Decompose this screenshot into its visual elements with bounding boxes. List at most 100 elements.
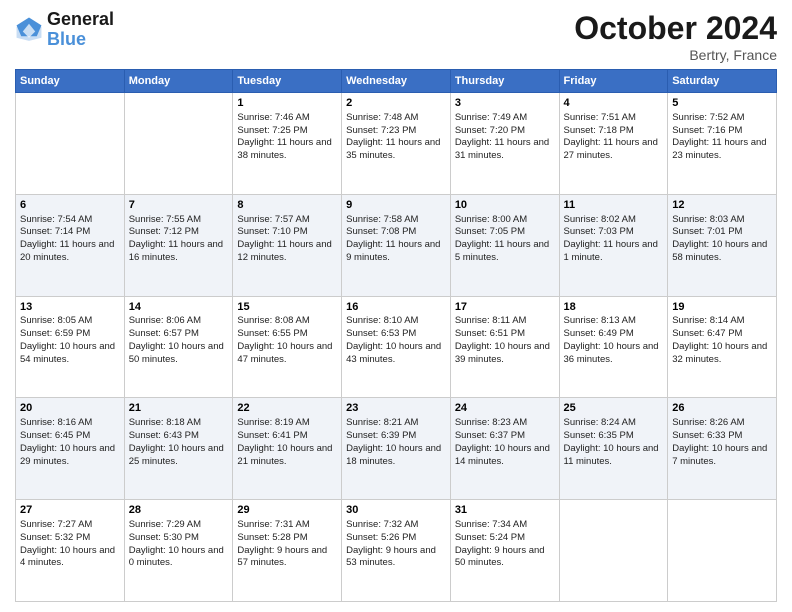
day-number: 26 <box>672 401 772 416</box>
calendar-cell: 4 Sunrise: 7:51 AMSunset: 7:18 PMDayligh… <box>559 93 668 195</box>
calendar-week-row: 1 Sunrise: 7:46 AMSunset: 7:25 PMDayligh… <box>16 93 777 195</box>
calendar-cell: 10 Sunrise: 8:00 AMSunset: 7:05 PMDaylig… <box>450 194 559 296</box>
logo-icon <box>15 16 43 44</box>
day-info: Sunrise: 7:29 AMSunset: 5:30 PMDaylight:… <box>129 519 229 570</box>
calendar-cell: 28 Sunrise: 7:29 AMSunset: 5:30 PMDaylig… <box>124 500 233 602</box>
calendar-cell: 12 Sunrise: 8:03 AMSunset: 7:01 PMDaylig… <box>668 194 777 296</box>
calendar-cell: 1 Sunrise: 7:46 AMSunset: 7:25 PMDayligh… <box>233 93 342 195</box>
calendar-cell: 3 Sunrise: 7:49 AMSunset: 7:20 PMDayligh… <box>450 93 559 195</box>
calendar-cell: 9 Sunrise: 7:58 AMSunset: 7:08 PMDayligh… <box>342 194 451 296</box>
calendar-cell: 25 Sunrise: 8:24 AMSunset: 6:35 PMDaylig… <box>559 398 668 500</box>
day-info: Sunrise: 7:34 AMSunset: 5:24 PMDaylight:… <box>455 519 555 570</box>
calendar-cell <box>16 93 125 195</box>
location: Bertry, France <box>574 47 777 63</box>
day-number: 13 <box>20 300 120 315</box>
day-number: 11 <box>564 198 664 213</box>
calendar-table: SundayMondayTuesdayWednesdayThursdayFrid… <box>15 69 777 602</box>
day-number: 10 <box>455 198 555 213</box>
calendar-day-header: Thursday <box>450 70 559 93</box>
calendar-cell: 11 Sunrise: 8:02 AMSunset: 7:03 PMDaylig… <box>559 194 668 296</box>
calendar-cell: 16 Sunrise: 8:10 AMSunset: 6:53 PMDaylig… <box>342 296 451 398</box>
calendar-cell: 8 Sunrise: 7:57 AMSunset: 7:10 PMDayligh… <box>233 194 342 296</box>
calendar-week-row: 13 Sunrise: 8:05 AMSunset: 6:59 PMDaylig… <box>16 296 777 398</box>
day-number: 15 <box>237 300 337 315</box>
day-number: 4 <box>564 96 664 111</box>
calendar-cell: 18 Sunrise: 8:13 AMSunset: 6:49 PMDaylig… <box>559 296 668 398</box>
month-title: October 2024 <box>574 10 777 47</box>
calendar-cell <box>124 93 233 195</box>
calendar-cell: 24 Sunrise: 8:23 AMSunset: 6:37 PMDaylig… <box>450 398 559 500</box>
calendar-cell <box>668 500 777 602</box>
day-info: Sunrise: 8:16 AMSunset: 6:45 PMDaylight:… <box>20 417 120 468</box>
calendar-cell: 20 Sunrise: 8:16 AMSunset: 6:45 PMDaylig… <box>16 398 125 500</box>
day-number: 12 <box>672 198 772 213</box>
day-number: 16 <box>346 300 446 315</box>
day-info: Sunrise: 7:57 AMSunset: 7:10 PMDaylight:… <box>237 214 337 265</box>
calendar-day-header: Saturday <box>668 70 777 93</box>
calendar-cell: 21 Sunrise: 8:18 AMSunset: 6:43 PMDaylig… <box>124 398 233 500</box>
calendar-cell: 27 Sunrise: 7:27 AMSunset: 5:32 PMDaylig… <box>16 500 125 602</box>
calendar-cell: 17 Sunrise: 8:11 AMSunset: 6:51 PMDaylig… <box>450 296 559 398</box>
day-number: 28 <box>129 503 229 518</box>
calendar-cell: 22 Sunrise: 8:19 AMSunset: 6:41 PMDaylig… <box>233 398 342 500</box>
day-number: 9 <box>346 198 446 213</box>
day-number: 3 <box>455 96 555 111</box>
calendar-cell: 7 Sunrise: 7:55 AMSunset: 7:12 PMDayligh… <box>124 194 233 296</box>
day-info: Sunrise: 8:18 AMSunset: 6:43 PMDaylight:… <box>129 417 229 468</box>
day-number: 31 <box>455 503 555 518</box>
day-info: Sunrise: 7:51 AMSunset: 7:18 PMDaylight:… <box>564 112 664 163</box>
calendar-cell: 13 Sunrise: 8:05 AMSunset: 6:59 PMDaylig… <box>16 296 125 398</box>
day-info: Sunrise: 8:02 AMSunset: 7:03 PMDaylight:… <box>564 214 664 265</box>
calendar-day-header: Tuesday <box>233 70 342 93</box>
calendar-cell: 2 Sunrise: 7:48 AMSunset: 7:23 PMDayligh… <box>342 93 451 195</box>
day-number: 5 <box>672 96 772 111</box>
day-info: Sunrise: 8:03 AMSunset: 7:01 PMDaylight:… <box>672 214 772 265</box>
day-info: Sunrise: 8:14 AMSunset: 6:47 PMDaylight:… <box>672 315 772 366</box>
calendar-header-row: SundayMondayTuesdayWednesdayThursdayFrid… <box>16 70 777 93</box>
page: General Blue October 2024 Bertry, France… <box>0 0 792 612</box>
logo: General Blue <box>15 10 114 50</box>
day-info: Sunrise: 8:05 AMSunset: 6:59 PMDaylight:… <box>20 315 120 366</box>
calendar-day-header: Friday <box>559 70 668 93</box>
day-info: Sunrise: 7:46 AMSunset: 7:25 PMDaylight:… <box>237 112 337 163</box>
calendar-cell: 26 Sunrise: 8:26 AMSunset: 6:33 PMDaylig… <box>668 398 777 500</box>
calendar-cell <box>559 500 668 602</box>
day-info: Sunrise: 7:55 AMSunset: 7:12 PMDaylight:… <box>129 214 229 265</box>
calendar-cell: 23 Sunrise: 8:21 AMSunset: 6:39 PMDaylig… <box>342 398 451 500</box>
day-number: 14 <box>129 300 229 315</box>
logo-line1: General <box>47 10 114 30</box>
calendar-week-row: 27 Sunrise: 7:27 AMSunset: 5:32 PMDaylig… <box>16 500 777 602</box>
day-info: Sunrise: 8:13 AMSunset: 6:49 PMDaylight:… <box>564 315 664 366</box>
calendar-cell: 14 Sunrise: 8:06 AMSunset: 6:57 PMDaylig… <box>124 296 233 398</box>
calendar-cell: 15 Sunrise: 8:08 AMSunset: 6:55 PMDaylig… <box>233 296 342 398</box>
day-info: Sunrise: 8:00 AMSunset: 7:05 PMDaylight:… <box>455 214 555 265</box>
calendar-day-header: Sunday <box>16 70 125 93</box>
day-number: 21 <box>129 401 229 416</box>
day-info: Sunrise: 7:31 AMSunset: 5:28 PMDaylight:… <box>237 519 337 570</box>
day-info: Sunrise: 8:10 AMSunset: 6:53 PMDaylight:… <box>346 315 446 366</box>
calendar-cell: 5 Sunrise: 7:52 AMSunset: 7:16 PMDayligh… <box>668 93 777 195</box>
day-number: 2 <box>346 96 446 111</box>
calendar-day-header: Monday <box>124 70 233 93</box>
day-info: Sunrise: 8:26 AMSunset: 6:33 PMDaylight:… <box>672 417 772 468</box>
calendar-cell: 19 Sunrise: 8:14 AMSunset: 6:47 PMDaylig… <box>668 296 777 398</box>
logo-text: General Blue <box>47 10 114 50</box>
calendar-week-row: 6 Sunrise: 7:54 AMSunset: 7:14 PMDayligh… <box>16 194 777 296</box>
day-info: Sunrise: 8:08 AMSunset: 6:55 PMDaylight:… <box>237 315 337 366</box>
day-number: 1 <box>237 96 337 111</box>
day-info: Sunrise: 8:11 AMSunset: 6:51 PMDaylight:… <box>455 315 555 366</box>
day-info: Sunrise: 7:27 AMSunset: 5:32 PMDaylight:… <box>20 519 120 570</box>
day-info: Sunrise: 7:58 AMSunset: 7:08 PMDaylight:… <box>346 214 446 265</box>
day-info: Sunrise: 8:06 AMSunset: 6:57 PMDaylight:… <box>129 315 229 366</box>
day-info: Sunrise: 8:24 AMSunset: 6:35 PMDaylight:… <box>564 417 664 468</box>
day-info: Sunrise: 7:32 AMSunset: 5:26 PMDaylight:… <box>346 519 446 570</box>
logo-line2: Blue <box>47 30 114 50</box>
day-number: 7 <box>129 198 229 213</box>
day-info: Sunrise: 7:49 AMSunset: 7:20 PMDaylight:… <box>455 112 555 163</box>
title-block: October 2024 Bertry, France <box>574 10 777 63</box>
header: General Blue October 2024 Bertry, France <box>15 10 777 63</box>
day-info: Sunrise: 7:48 AMSunset: 7:23 PMDaylight:… <box>346 112 446 163</box>
calendar-day-header: Wednesday <box>342 70 451 93</box>
day-info: Sunrise: 8:23 AMSunset: 6:37 PMDaylight:… <box>455 417 555 468</box>
day-number: 17 <box>455 300 555 315</box>
